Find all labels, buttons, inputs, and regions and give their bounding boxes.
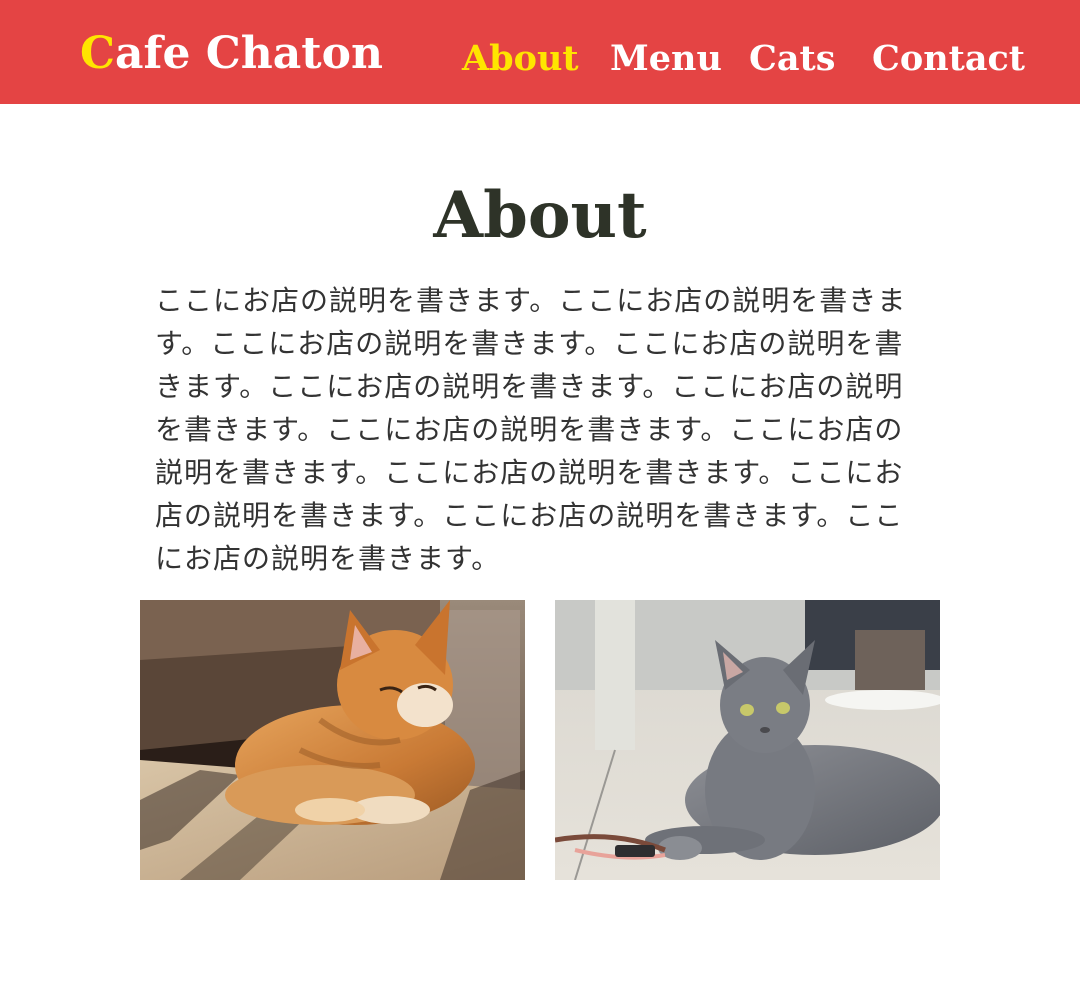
- orange-cat-image: [140, 600, 525, 880]
- nav-link-contact[interactable]: Contact: [872, 34, 1025, 84]
- page-title: About: [433, 178, 647, 253]
- nav-link-about[interactable]: About: [462, 34, 579, 84]
- about-description: ここにお店の説明を書きます。ここにお店の説明を書きます。ここにお店の説明を書きま…: [155, 284, 907, 575]
- gray-cat-image: [555, 600, 940, 880]
- nav-link-cats[interactable]: Cats: [749, 34, 835, 84]
- photo-orange-cat: [140, 600, 525, 880]
- nav-link-menu[interactable]: Menu: [610, 34, 722, 84]
- photo-gray-cat: [555, 600, 940, 880]
- main-nav: About Menu Cats Contact: [0, 34, 1080, 84]
- site-header: Cafe Chaton About Menu Cats Contact: [0, 0, 1080, 104]
